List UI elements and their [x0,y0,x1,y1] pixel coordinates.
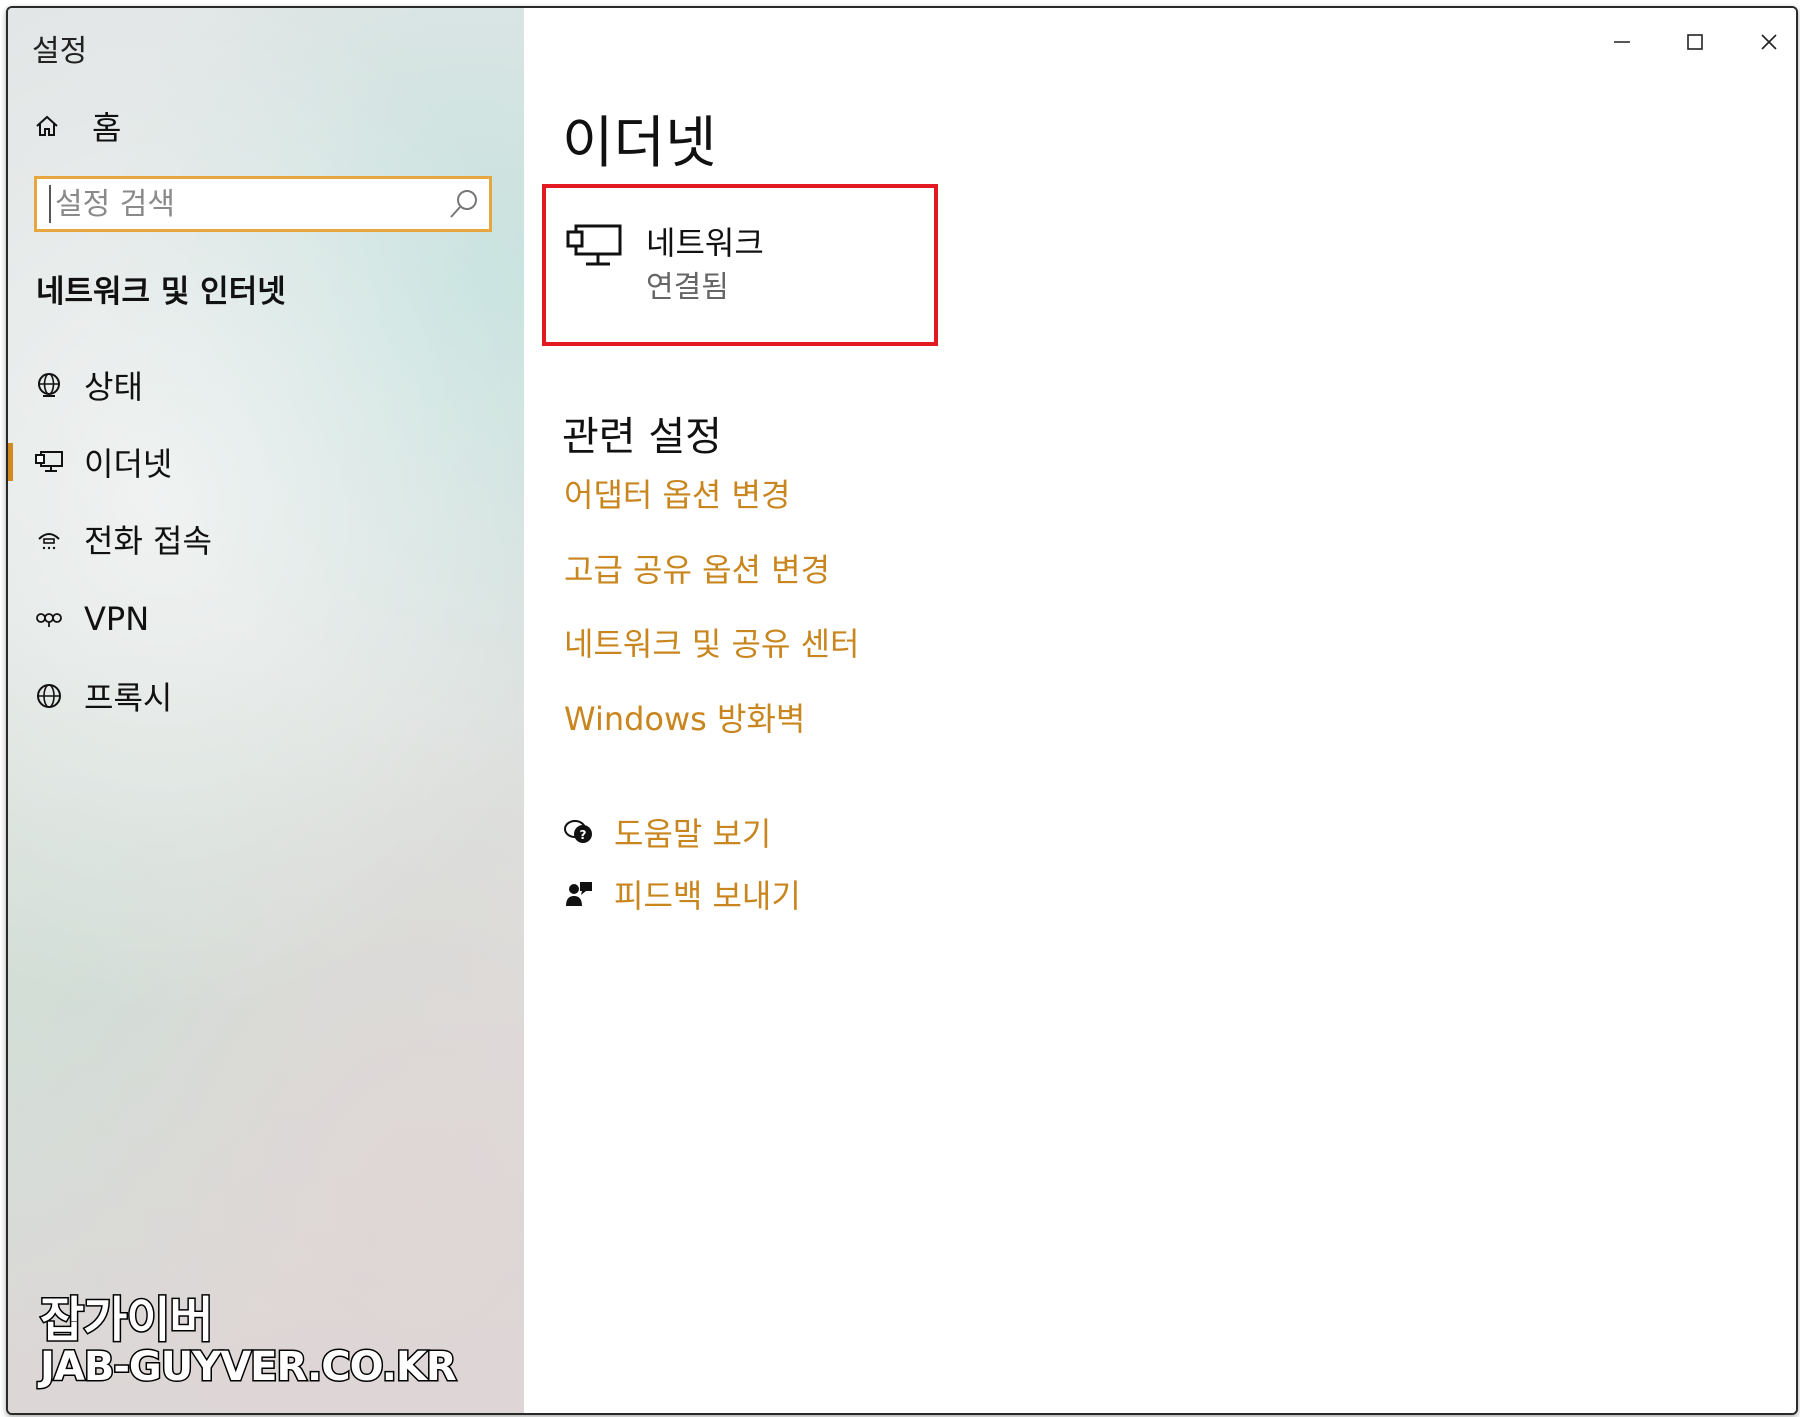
sidebar-item-ethernet[interactable]: 이더넷 [8,433,524,491]
svg-text:?: ? [580,828,587,842]
related-settings-title: 관련 설정 [562,414,722,460]
get-help-link[interactable]: ? 도움말 보기 [562,810,771,854]
network-connection-card[interactable]: 네트워크 연결됨 [542,184,938,346]
settings-window: 설정 홈 네트워크 및 인터넷 상태 이더넷 [6,6,1798,1415]
sidebar-item-label: 상태 [84,368,143,406]
sidebar-item-proxy[interactable]: 프록시 [8,667,524,725]
send-feedback-label: 피드백 보내기 [614,877,801,915]
help-chat-icon: ? [562,815,596,849]
minimize-button[interactable] [1594,22,1650,66]
search-icon[interactable] [447,187,481,221]
globe-status-icon [34,370,64,400]
link-change-adapter-options[interactable]: 어댑터 옵션 변경 [564,470,790,516]
home-nav-item[interactable]: 홈 [32,104,121,148]
network-status: 연결됨 [646,270,729,305]
sidebar-item-label: 전화 접속 [84,522,212,560]
get-help-label: 도움말 보기 [614,815,772,853]
maximize-button[interactable] [1667,22,1723,66]
close-button[interactable] [1741,22,1796,66]
sidebar-item-dialup[interactable]: 전화 접속 [8,510,524,568]
maximize-icon [1685,32,1705,56]
section-title: 네트워크 및 인터넷 [36,274,286,310]
vpn-icon [34,604,64,634]
sidebar-item-label: 이더넷 [84,445,173,483]
link-windows-firewall[interactable]: Windows 방화벽 [564,694,805,740]
home-icon [32,111,62,141]
settings-search-box[interactable] [34,176,492,232]
ethernet-icon [566,222,624,272]
app-title: 설정 [32,34,88,69]
watermark-url: JAB-GUYVER.CO.KR [39,1343,459,1392]
sidebar-item-status[interactable]: 상태 [8,356,524,414]
main-content: 이더넷 네트워크 연결됨 관련 설정 어댑터 옵션 변경 고급 공유 옵션 변경… [524,8,1796,1413]
sidebar: 설정 홈 네트워크 및 인터넷 상태 이더넷 [8,8,524,1413]
close-icon [1759,32,1779,56]
sidebar-item-label: 프록시 [84,679,173,717]
home-label: 홈 [92,109,122,147]
feedback-icon [562,877,596,911]
minimize-icon [1612,32,1632,56]
search-input[interactable] [49,185,435,223]
globe-icon [34,681,64,711]
page-title: 이더넷 [562,111,717,176]
sidebar-item-label: VPN [84,600,150,638]
ethernet-icon [34,447,64,477]
sidebar-item-vpn[interactable]: VPN [8,590,524,648]
send-feedback-link[interactable]: 피드백 보내기 [562,872,801,916]
dialup-icon [34,524,64,554]
link-advanced-sharing-options[interactable]: 고급 공유 옵션 변경 [564,545,830,591]
watermark-brand: 잡가이버 [39,1291,216,1350]
network-name: 네트워크 [646,224,764,262]
link-network-sharing-center[interactable]: 네트워크 및 공유 센터 [564,619,859,665]
